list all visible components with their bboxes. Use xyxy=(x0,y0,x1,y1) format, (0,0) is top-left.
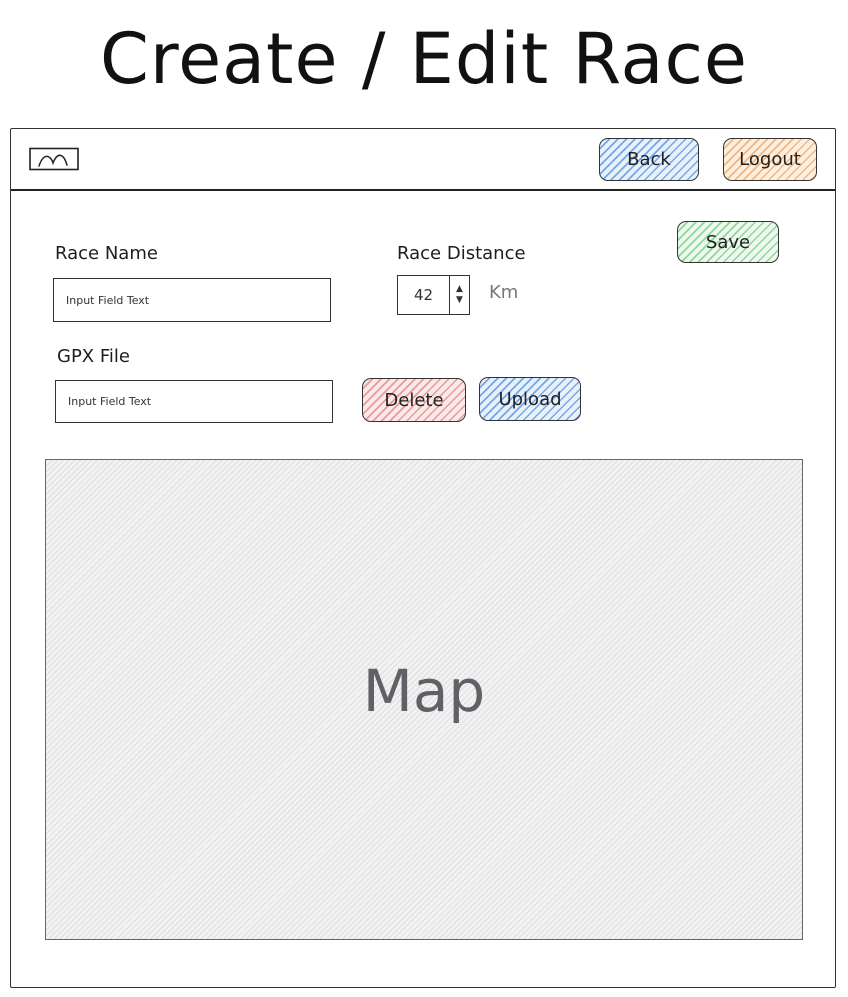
race-distance-value[interactable]: 42 xyxy=(398,276,449,314)
delete-button[interactable]: Delete xyxy=(362,378,466,422)
map-panel[interactable]: Map xyxy=(45,459,803,940)
navbar: Back Logout xyxy=(11,129,835,191)
gpx-file-label: GPX File xyxy=(57,346,130,367)
race-distance-label: Race Distance xyxy=(397,243,526,264)
race-name-label: Race Name xyxy=(55,243,158,264)
race-distance-stepper[interactable]: 42 ▲ ▼ xyxy=(397,275,470,315)
logout-button[interactable]: Logout xyxy=(723,138,817,181)
race-name-input[interactable] xyxy=(53,278,331,322)
up-down-arrows-icon[interactable]: ▲ ▼ xyxy=(449,276,469,314)
gpx-file-input[interactable] xyxy=(55,380,333,423)
image-placeholder-icon[interactable] xyxy=(29,147,79,171)
race-distance-unit: Km xyxy=(489,282,519,303)
app-window: Back Logout Save Race Name Race Distance… xyxy=(10,128,836,988)
map-label: Map xyxy=(362,656,486,725)
page-title: Create / Edit Race xyxy=(99,18,749,100)
upload-button[interactable]: Upload xyxy=(479,377,581,421)
save-button[interactable]: Save xyxy=(677,221,779,263)
back-button[interactable]: Back xyxy=(599,138,699,181)
